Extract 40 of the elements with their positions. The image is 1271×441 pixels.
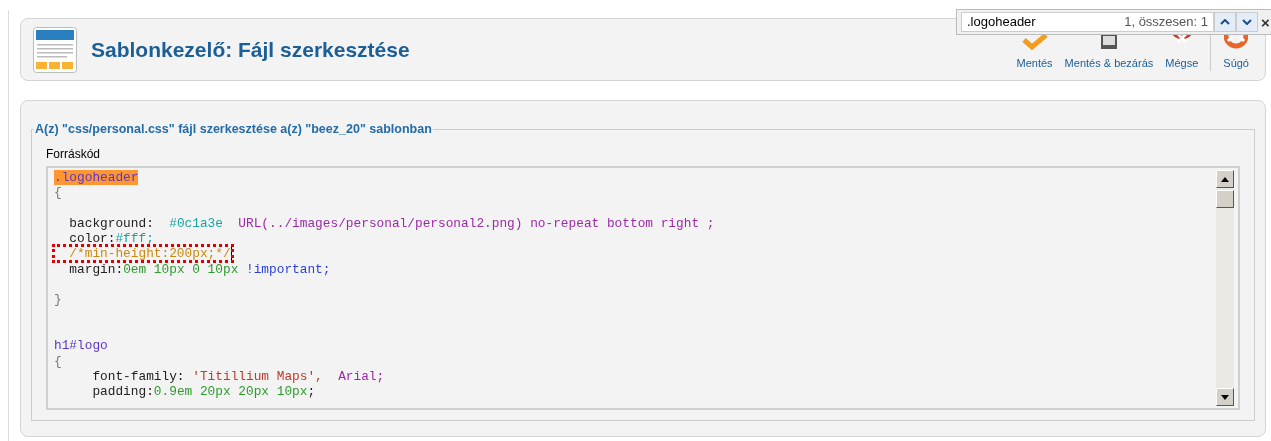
code-token: URL(../images/personal/personal2.png) no-repeat bottom right ; (237, 215, 715, 231)
toolbar-button[interactable]: Mentés (1010, 33, 1059, 71)
checkmark-icon (1021, 33, 1048, 50)
code-token: 'Titillium Maps', (192, 368, 324, 384)
template-icon (33, 26, 77, 73)
highlighted-match: .logoheader (54, 170, 139, 185)
code-token: { (54, 353, 62, 369)
scroll-up-button[interactable] (1216, 170, 1234, 188)
chevron-up-icon (1220, 19, 1230, 25)
code-token: Arial; (338, 368, 385, 384)
code-token: padding: (91, 384, 154, 400)
match-count: 1, összesen: 1 (1124, 13, 1208, 32)
find-query: .logoheader (967, 13, 1036, 32)
code-token: ; (307, 384, 316, 400)
down-triangle-icon (1221, 394, 1229, 400)
code-token: background: (68, 215, 155, 231)
fieldset-legend: A(z) "css/personal.css" fájl szerkesztése a(z) "beez_20" sablonban (34, 121, 433, 137)
code-token: color: (68, 231, 116, 247)
code-token: margin: (68, 261, 124, 277)
code-token: #0c1a3e (169, 215, 223, 231)
boxed-code-comment: /*min-height:200px;*/ (54, 246, 232, 262)
code-token: 0.9em 20px 20px 10px (153, 384, 308, 400)
page-title: Sablonkezelő: Fájl szerkesztése (91, 36, 410, 63)
scroll-thumb[interactable] (1216, 190, 1234, 208)
scrollbar[interactable] (1216, 170, 1234, 406)
code-token: #fff; (115, 231, 154, 247)
code-token: !important; (246, 261, 331, 277)
code-token: } (54, 292, 62, 308)
find-field[interactable]: .logoheader 1, összesen: 1 (961, 12, 1214, 32)
code-token: font-family: (91, 368, 186, 384)
up-triangle-icon (1221, 176, 1229, 182)
scroll-down-button[interactable] (1216, 388, 1234, 406)
code-token: { (54, 185, 62, 201)
code-token: h1#logo (54, 338, 108, 354)
previous-match-button[interactable] (1214, 12, 1236, 32)
code-token: 0em 10px 0 10px (123, 261, 240, 277)
close-button[interactable]: × (1261, 14, 1270, 30)
chevron-down-icon (1242, 19, 1252, 25)
next-match-button[interactable] (1236, 12, 1258, 32)
toolbar-button[interactable]: Súgó (1217, 31, 1255, 71)
